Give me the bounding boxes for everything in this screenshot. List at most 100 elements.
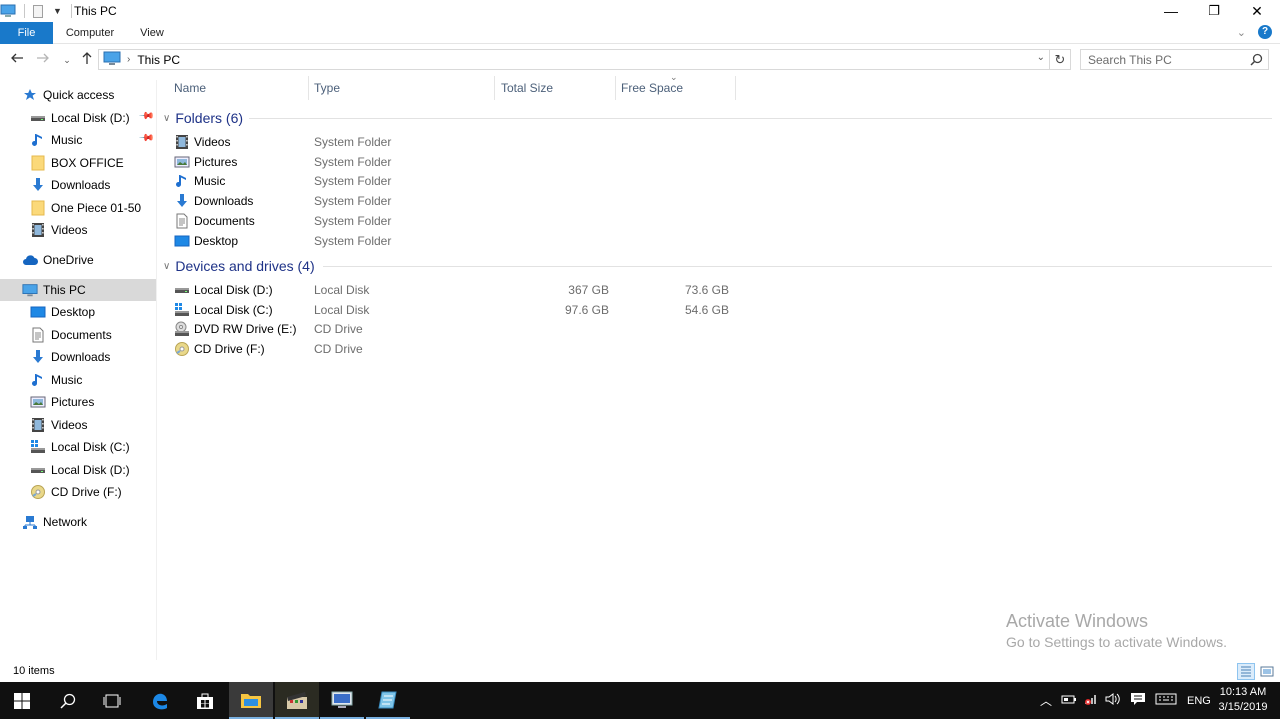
group-header-drives[interactable]: ∨ Devices and drives (4) [163, 255, 315, 277]
column-header-name[interactable]: Name [168, 76, 309, 100]
table-row[interactable]: Videos System Folder [174, 132, 754, 152]
system-clock[interactable]: 10:13 AM 3/15/2019 [1210, 685, 1276, 715]
sidebar-item-downloads[interactable]: Downloads [0, 174, 156, 196]
drive-icon [174, 282, 190, 298]
sidebar-item-music[interactable]: Music 📌 [0, 129, 156, 151]
minimize-button[interactable]: — [1148, 0, 1194, 22]
up-button[interactable] [77, 50, 97, 70]
volume-icon[interactable] [1105, 692, 1121, 709]
sidebar-item-box-office[interactable]: BOX OFFICE [0, 152, 156, 174]
notifications-icon[interactable] [1130, 692, 1146, 709]
sidebar-item-network[interactable]: Network [0, 511, 156, 533]
breadcrumb[interactable]: This PC [137, 53, 180, 67]
address-bar[interactable]: › This PC ⌄ [98, 49, 1050, 70]
table-row[interactable]: Desktop System Folder [174, 231, 754, 251]
tab-file[interactable]: File [0, 22, 53, 44]
table-row[interactable]: Music System Folder [174, 171, 754, 191]
sidebar-item-cd-drive-f[interactable]: CD Drive (F:) [0, 481, 156, 503]
column-header-total-size[interactable]: Total Size [495, 76, 616, 100]
properties-icon[interactable] [33, 4, 43, 18]
sidebar-item-label: CD Drive (F:) [51, 485, 122, 499]
cd-icon [30, 484, 46, 500]
sidebar-item-local-disk-d[interactable]: Local Disk (D:) [0, 459, 156, 481]
sidebar-item-local-disk-c[interactable]: Local Disk (C:) [0, 436, 156, 458]
breadcrumb-chevron-icon[interactable]: › [127, 54, 130, 65]
close-button[interactable]: ✕ [1234, 0, 1280, 22]
music-icon [174, 173, 190, 189]
taskbar-store[interactable] [183, 682, 227, 719]
taskbar-search-button[interactable] [46, 682, 90, 719]
video-icon [30, 222, 46, 238]
start-button[interactable] [0, 682, 44, 719]
recent-locations-dropdown[interactable]: ⌄ [57, 50, 77, 70]
chevron-down-icon[interactable]: ∨ [163, 113, 170, 124]
sidebar-item-documents[interactable]: Documents [0, 324, 156, 346]
forward-button[interactable] [33, 50, 53, 70]
table-row[interactable]: Local Disk (C:) Local Disk 97.6 GB 54.6 GB [174, 300, 754, 320]
ribbon-right-controls: ⌄ ? [1237, 25, 1272, 39]
table-row[interactable]: Pictures System Folder [174, 152, 754, 172]
table-row[interactable]: Local Disk (D:) Local Disk 367 GB 73.6 GB [174, 280, 754, 300]
column-header-type[interactable]: Type [308, 76, 495, 100]
sidebar-item-downloads[interactable]: Downloads [0, 346, 156, 368]
item-name: Music [194, 174, 226, 189]
task-view-button[interactable] [90, 682, 134, 719]
search-box[interactable] [1080, 49, 1269, 70]
taskbar-remote-desktop[interactable] [320, 682, 364, 719]
large-icons-view-button[interactable] [1258, 663, 1276, 680]
sidebar-item-pictures[interactable]: Pictures [0, 391, 156, 413]
group-header-folders[interactable]: ∨ Folders (6) [163, 107, 243, 129]
sidebar-item-music[interactable]: Music [0, 369, 156, 391]
pin-icon[interactable]: 📌 [137, 130, 154, 147]
input-language[interactable]: ENG [1187, 695, 1211, 707]
customize-toolbar-dropdown-icon[interactable]: ▼ [53, 6, 62, 16]
taskbar-edge[interactable] [138, 682, 182, 719]
taskbar-file-explorer[interactable] [229, 682, 273, 719]
restore-button[interactable]: ❐ [1191, 0, 1237, 22]
table-row[interactable]: Documents System Folder [174, 211, 754, 231]
search-input[interactable] [1081, 50, 1241, 69]
table-row[interactable]: DVD RW Drive (E:) CD Drive [174, 319, 754, 339]
download-icon [30, 177, 46, 193]
sidebar-item-videos[interactable]: Videos [0, 219, 156, 241]
folder-icon [30, 155, 46, 171]
refresh-button[interactable]: ↻ [1050, 49, 1071, 70]
keyboard-icon[interactable] [1155, 692, 1177, 709]
sidebar-item-local-disk-d[interactable]: Local Disk (D:) 📌 [0, 107, 156, 129]
sidebar-item-onedrive[interactable]: OneDrive [0, 249, 156, 271]
computer-icon[interactable] [0, 4, 16, 18]
sidebar-item-label: OneDrive [43, 253, 94, 267]
item-type: System Folder [314, 154, 392, 169]
show-hidden-icons-icon[interactable]: ︿ [1039, 692, 1053, 709]
details-view-button[interactable] [1237, 663, 1255, 680]
pin-icon[interactable]: 📌 [137, 108, 154, 125]
tab-computer[interactable]: Computer [56, 22, 124, 44]
group-label: Folders (6) [175, 110, 244, 126]
drive-icon [30, 110, 46, 126]
expand-ribbon-icon[interactable]: ⌄ [1237, 26, 1246, 39]
search-icon[interactable] [1250, 53, 1263, 69]
music-icon [30, 372, 46, 388]
taskbar-notepad[interactable] [366, 682, 410, 719]
taskbar-video-editor[interactable] [275, 682, 319, 719]
sidebar-item-label: Downloads [51, 178, 111, 192]
chevron-down-icon[interactable]: ∨ [163, 261, 170, 272]
network-disconnected-icon[interactable] [1083, 692, 1099, 709]
sidebar-item-this-pc[interactable]: This PC [0, 279, 156, 301]
item-name: Documents [194, 213, 255, 228]
details-view-icon [1241, 666, 1251, 677]
help-icon[interactable]: ? [1258, 25, 1272, 39]
ribbon-tabs: File Computer View ⌄ ? [0, 22, 1280, 44]
sidebar-item-one-piece-01-50[interactable]: One Piece 01-50 [0, 197, 156, 219]
back-button[interactable] [7, 50, 27, 70]
sidebar-item-label: Pictures [51, 395, 95, 409]
table-row[interactable]: Downloads System Folder [174, 191, 754, 211]
address-dropdown-icon[interactable]: ⌄ [1037, 52, 1045, 63]
table-row[interactable]: CD Drive (F:) CD Drive [174, 339, 754, 359]
tab-view[interactable]: View [130, 22, 174, 44]
system-drive-icon [174, 302, 190, 318]
sidebar-item-videos[interactable]: Videos [0, 414, 156, 436]
sidebar-item-quick-access[interactable]: Quick access [0, 84, 156, 106]
sidebar-item-desktop[interactable]: Desktop [0, 301, 156, 323]
battery-icon[interactable] [1061, 693, 1077, 708]
